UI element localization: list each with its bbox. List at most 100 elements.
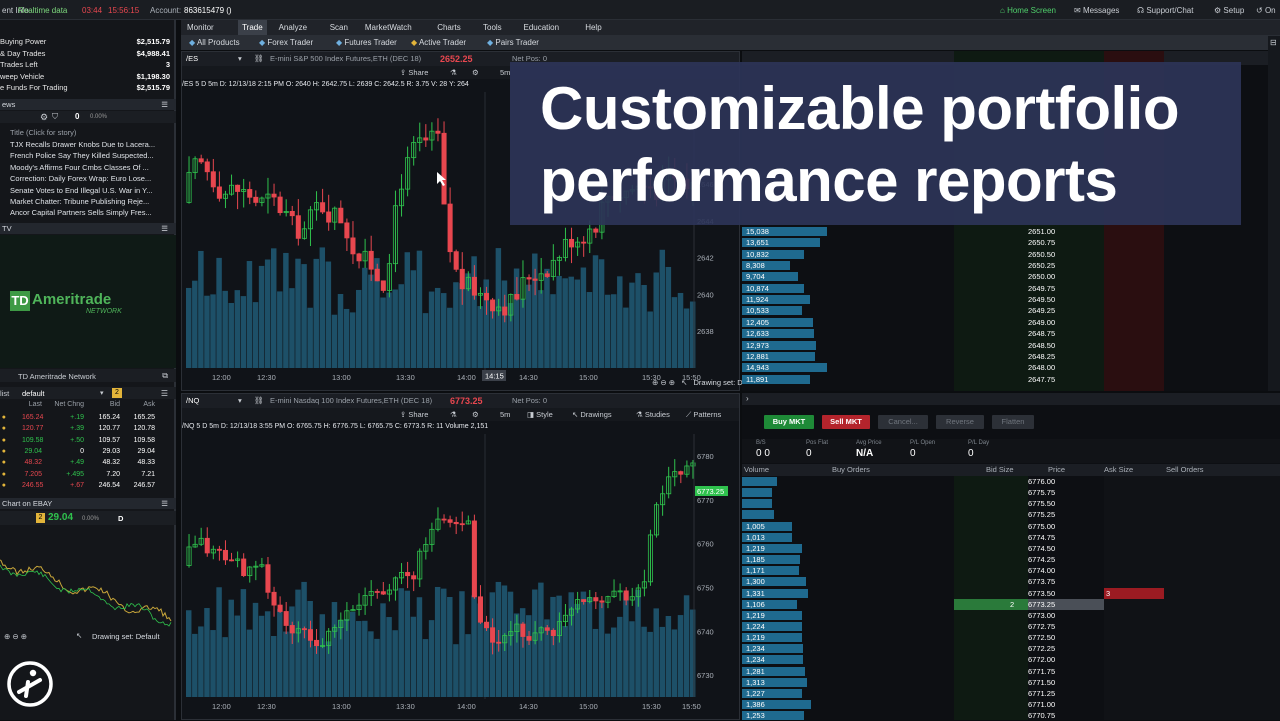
ladder-row[interactable]: 1,171 6774.00 xyxy=(742,565,1280,576)
watchlist-column-header[interactable]: Net Chng xyxy=(46,401,84,408)
ladder-row[interactable]: 10,533 2649.25 xyxy=(742,305,1280,316)
trader-tab[interactable]: ◆ Futures Trader xyxy=(336,38,397,47)
watchlist-row[interactable]: ● 120.77 +.39 120.77 120.78 xyxy=(0,424,172,434)
nq-candlestick-chart[interactable]: 6780 6770 6760 6750 6740 6730 12:00 12:30 13:00 1… xyxy=(182,434,739,719)
ladder-row[interactable]: 9,704 2650.00 xyxy=(742,271,1280,282)
tv-video[interactable]: TD Ameritrade NETWORK xyxy=(0,235,176,368)
account-number[interactable]: 863615479 () xyxy=(184,6,232,15)
zoom-icon[interactable]: ⊕ ⊖ ⊕ xyxy=(652,378,675,387)
ladder-row[interactable]: 10,832 2650.50 xyxy=(742,249,1280,260)
es-interval[interactable]: 5m xyxy=(500,66,510,79)
ladder-row[interactable]: 1,219 6774.50 xyxy=(742,543,1280,554)
menu-monitor[interactable]: Monitor xyxy=(187,23,214,32)
on-demand-link[interactable]: ↺ On xyxy=(1256,6,1276,15)
watchlist-row[interactable]: ● 246.55 +.67 246.54 246.57 xyxy=(0,481,172,491)
chevron-down-icon[interactable]: ▾ xyxy=(238,394,242,408)
mini-price-chart[interactable] xyxy=(0,530,172,630)
watchlist-row[interactable]: ● 7.205 +.495 7.20 7.21 xyxy=(0,470,172,480)
collapse-icon[interactable]: ⊟ xyxy=(1270,38,1277,47)
ladder-row[interactable]: 12,633 2648.75 xyxy=(742,328,1280,339)
menu-tools[interactable]: Tools xyxy=(483,23,502,32)
ladder-column-header[interactable]: Bid Size xyxy=(986,464,1014,476)
news-item[interactable]: Senate Votes to End Illegal U.S. War in … xyxy=(10,185,165,196)
trader-tab[interactable]: ◆ Pairs Trader xyxy=(487,38,539,47)
news-item[interactable]: TJX Recalls Drawer Knobs Due to Lacera..… xyxy=(10,139,165,150)
ladder-column-header[interactable]: Ask Size xyxy=(1104,464,1133,476)
link-badge[interactable]: 2 xyxy=(36,513,45,523)
ladder-row[interactable]: 10,874 2649.75 xyxy=(742,283,1280,294)
menu-marketwatch[interactable]: MarketWatch xyxy=(365,23,412,32)
home-screen-link[interactable]: ⌂ Home Screen xyxy=(1000,6,1056,15)
news-item[interactable]: French Police Say They Killed Suspected.… xyxy=(10,150,165,161)
menu-education[interactable]: Education xyxy=(524,23,560,32)
gear-icon[interactable]: ⚙ xyxy=(472,408,479,421)
ladder-row[interactable]: 8,308 2650.25 xyxy=(742,260,1280,271)
studies-button[interactable]: ⚗ Studies xyxy=(636,408,670,421)
ladder-row[interactable]: 1,106 2 6773.25 xyxy=(742,598,1280,610)
patterns-button[interactable]: ⟋ Patterns xyxy=(686,408,721,421)
ladder-row[interactable]: 6775.50 xyxy=(742,498,1280,509)
ladder-row[interactable]: 14,943 2648.00 xyxy=(742,362,1280,373)
sell-mkt-button[interactable]: Sell MKT xyxy=(822,415,870,429)
cursor-icon[interactable]: ↖ xyxy=(76,631,82,640)
gear-icon[interactable]: ⚙ xyxy=(472,66,479,79)
ladder-row[interactable]: 12,881 2648.25 xyxy=(742,351,1280,362)
chevron-right-icon[interactable]: › xyxy=(746,394,749,403)
ladder-row[interactable]: 1,227 6771.25 xyxy=(742,688,1280,699)
watchlist-column-header[interactable]: Bid xyxy=(90,401,120,408)
share-button[interactable]: ⇪ Share xyxy=(400,66,428,79)
menu-icon[interactable]: ☰ xyxy=(161,223,168,234)
chevron-down-icon[interactable]: ▾ xyxy=(238,52,242,66)
link-icon[interactable]: ⛓ xyxy=(254,394,264,408)
menu-charts[interactable]: Charts xyxy=(437,23,461,32)
buy-mkt-button[interactable]: Buy MKT xyxy=(764,415,814,429)
ladder-row[interactable]: 1,331 3 6773.50 xyxy=(742,587,1280,599)
menu-scan[interactable]: Scan xyxy=(330,23,348,32)
ladder-column-header[interactable]: Price xyxy=(1048,464,1065,476)
setup-link[interactable]: ⚙ Setup xyxy=(1214,6,1244,15)
link-icon[interactable]: ⛓ xyxy=(254,52,264,66)
filter-icon[interactable]: ⛉ xyxy=(52,112,58,122)
trader-tab[interactable]: ◆ Forex Trader xyxy=(259,38,313,47)
nq-symbol-input[interactable]: /NQ xyxy=(186,394,199,408)
watchlist-column-header[interactable]: Last xyxy=(22,401,42,408)
messages-link[interactable]: ✉ Messages xyxy=(1074,6,1119,15)
ladder-row[interactable]: 1,224 6772.75 xyxy=(742,621,1280,632)
ladder-row[interactable]: 6775.25 xyxy=(742,509,1280,520)
ladder-row[interactable]: 1,313 6771.50 xyxy=(742,677,1280,688)
ladder-row[interactable]: 1,281 6771.75 xyxy=(742,666,1280,677)
flask-icon[interactable]: ⚗ xyxy=(450,408,457,421)
share-button[interactable]: ⇪ Share xyxy=(400,408,428,421)
nq-interval[interactable]: 5m xyxy=(500,408,510,421)
ladder-row[interactable]: 1,234 6772.00 xyxy=(742,654,1280,665)
watchlist-row[interactable]: ● 48.32 +.49 48.32 48.33 xyxy=(0,458,172,468)
ladder-row[interactable]: 1,219 6773.00 xyxy=(742,610,1280,621)
reverse-button[interactable]: Reverse xyxy=(936,415,984,429)
ladder-row[interactable]: 1,386 6771.00 xyxy=(742,699,1280,710)
ladder-row[interactable]: 1,005 6775.00 xyxy=(742,521,1280,532)
watchlist-row[interactable]: ● 29.04 0 29.03 29.04 xyxy=(0,447,172,457)
ladder-row[interactable]: 1,253 6770.75 xyxy=(742,710,1280,721)
ladder-row[interactable]: 6775.75 xyxy=(742,487,1280,498)
mini-chart-period[interactable]: D xyxy=(118,514,123,523)
watchlist-row[interactable]: ● 165.24 +.19 165.24 165.25 xyxy=(0,413,172,423)
ladder-column-header[interactable]: Buy Orders xyxy=(832,464,870,476)
link-badge[interactable]: 2 xyxy=(112,388,122,398)
ladder-row[interactable]: 1,013 6774.75 xyxy=(742,532,1280,543)
ladder-column-header[interactable]: Sell Orders xyxy=(1166,464,1204,476)
ladder-row[interactable]: 13,651 2650.75 xyxy=(742,237,1280,248)
ladder-row[interactable]: 1,234 6772.25 xyxy=(742,643,1280,654)
ladder-row[interactable]: 12,405 2649.00 xyxy=(742,317,1280,328)
ladder-row[interactable]: 1,185 6774.25 xyxy=(742,554,1280,565)
ladder-row[interactable]: 12,973 2648.50 xyxy=(742,340,1280,351)
news-item[interactable]: Correction: Daily Forex Wrap: Euro Lose.… xyxy=(10,173,165,184)
menu-trade[interactable]: Trade xyxy=(238,20,267,35)
news-title-column[interactable]: Title (Click for story) xyxy=(10,127,165,138)
ladder-column-header[interactable]: Volume xyxy=(744,464,769,476)
trader-tab[interactable]: ◆ Active Trader xyxy=(411,38,466,47)
ladder-row[interactable]: 6776.00 xyxy=(742,476,1280,487)
ladder-row[interactable]: 15,038 2651.00 xyxy=(742,226,1280,237)
menu-icon[interactable]: ☰ xyxy=(161,389,168,398)
support-chat-link[interactable]: ☊ Support/Chat xyxy=(1137,6,1193,15)
watchlist-row[interactable]: ● 109.58 +.50 109.57 109.58 xyxy=(0,436,172,446)
